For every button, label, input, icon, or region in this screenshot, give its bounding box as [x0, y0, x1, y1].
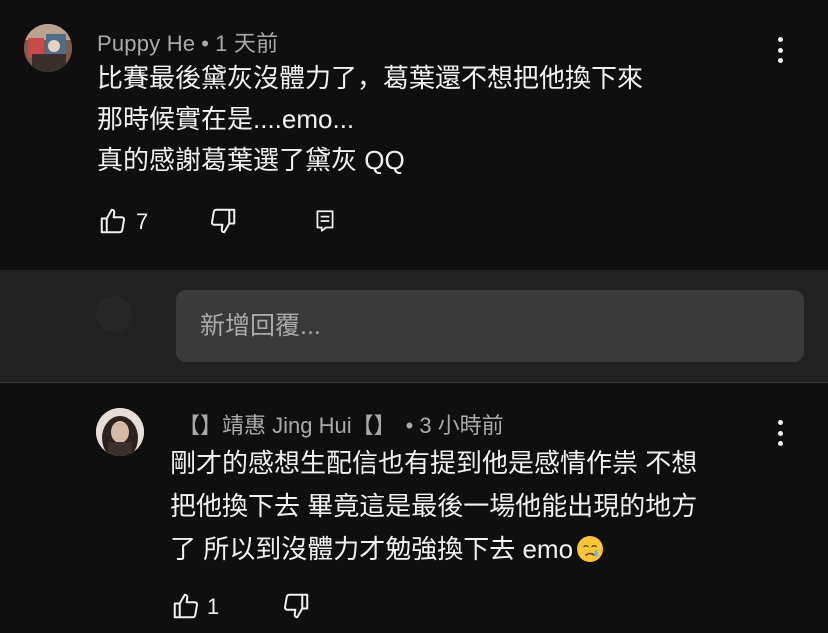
comment-line: 了 所以到沒體力才勉強換下去 emo: [170, 534, 574, 564]
like-button[interactable]: [97, 205, 129, 237]
comment-line: 剛才的感想生配信也有提到他是感情作祟 不想: [170, 448, 698, 478]
more-options-button[interactable]: [768, 418, 792, 448]
author-name[interactable]: 【】靖惠 Jing Hui【】: [178, 413, 396, 438]
avatar[interactable]: [24, 24, 72, 72]
more-dot: [777, 430, 783, 436]
comment-time[interactable]: 3 小時前: [419, 413, 503, 438]
thumbs-down-icon: [210, 208, 236, 234]
thumbs-down-icon: [283, 593, 309, 619]
comments-page: Puppy He • 1 天前 比賽最後黛灰沒體力了，葛葉還不想把他換下來 那時候實…: [0, 0, 828, 633]
comment-line: 那時候實在是....emo...: [97, 104, 355, 134]
avatar-image: [96, 408, 144, 456]
avatar-image: [24, 24, 72, 72]
crying-face-emoji: [577, 536, 604, 562]
comment-text: 比賽最後黛灰沒體力了，葛葉還不想把他換下來 那時候實在是....emo... 真…: [97, 58, 757, 181]
comment-meta: 【】靖惠 Jing Hui【】 • 3 小時前: [178, 408, 504, 440]
comment-line: 比賽最後黛灰沒體力了，葛葉還不想把他換下來: [97, 63, 644, 93]
more-dot: [777, 58, 783, 63]
reply-button[interactable]: [309, 205, 341, 237]
more-vertical-icon: [777, 37, 783, 42]
author-name[interactable]: Puppy He: [97, 31, 195, 56]
dislike-button[interactable]: [280, 590, 312, 622]
comment-line-with-emoji: 了 所以到沒體力才勉強換下去 emo: [170, 528, 760, 571]
meta-separator: •: [405, 413, 414, 438]
thumbs-up-icon: [100, 208, 126, 234]
more-dot: [777, 441, 783, 446]
dislike-button[interactable]: [207, 205, 239, 237]
comment-puppy-he: Puppy He • 1 天前 比賽最後黛灰沒體力了，葛葉還不想把他換下來 那時候實…: [0, 0, 828, 270]
meta-separator: •: [201, 31, 210, 56]
avatar[interactable]: [96, 408, 144, 456]
divider: [0, 382, 828, 383]
more-dot: [777, 47, 783, 53]
like-count: 7: [136, 209, 149, 234]
current-user-avatar: [96, 296, 132, 332]
comment-text: 剛才的感想生配信也有提到他是感情作祟 不想 把他換下去 畢竟這是最後一場他能出現…: [170, 442, 760, 571]
reply-composer: [0, 270, 828, 382]
more-vertical-icon: [777, 420, 783, 425]
like-button[interactable]: [170, 590, 202, 622]
more-options-button[interactable]: [768, 35, 792, 65]
reply-input[interactable]: [176, 290, 804, 362]
thumbs-up-icon: [173, 593, 199, 619]
comment-line: 把他換下去 畢竟這是最後一場他能出現的地方: [170, 491, 698, 521]
comment-line: 真的感謝葛葉選了黛灰 QQ: [97, 145, 405, 175]
comment-time[interactable]: 1 天前: [215, 31, 278, 56]
reply-comment-icon: [316, 210, 334, 232]
comment-meta: Puppy He • 1 天前: [97, 26, 278, 58]
like-count: 1: [207, 594, 220, 619]
